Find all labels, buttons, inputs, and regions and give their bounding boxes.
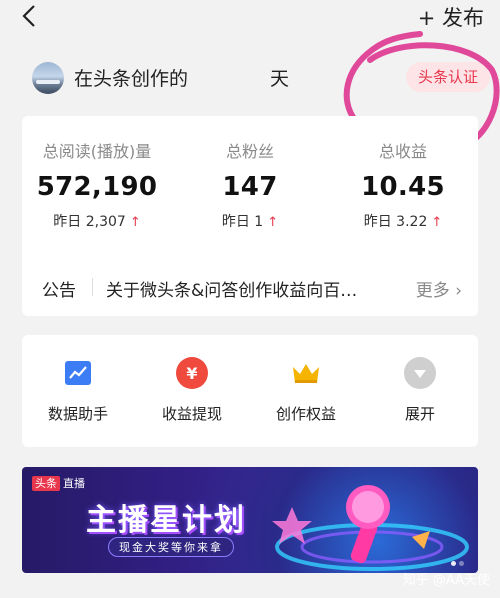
carousel-dot [459,561,464,566]
up-arrow-icon: ↑ [129,215,141,230]
tool-label: 数据助手 [47,405,108,423]
stat-label: 总粉丝 [225,142,274,161]
banner-tag: 头条 直播 [32,475,85,491]
stat-yesterday-text: 昨日 1 [221,214,264,230]
stat-label: 总收益 [378,142,427,161]
redacted-name-blur [196,62,266,92]
back-button[interactable] [14,0,44,34]
tool-data-assistant[interactable]: 数据助手 [28,357,128,424]
microphone-illustration [272,485,469,571]
stat-yesterday: 昨日 3.22 ↑ [328,211,478,231]
yen-icon: ¥ [176,357,208,389]
stat-reads[interactable]: 总阅读(播放)量 572,190 昨日 2,307 ↑ [22,116,172,231]
stat-value: 10.45 [361,172,445,202]
announcement-label: 公告 [42,281,76,301]
tool-label: 创作权益 [275,405,336,423]
chevron-left-icon [22,5,35,27]
username-tail: 天 [270,68,290,90]
stat-value: 572,190 [36,172,158,202]
svg-text:¥: ¥ [186,364,197,383]
watermark: 知乎 @AA天使 [402,573,490,588]
tool-creator-rights[interactable]: 创作权益 [256,357,356,424]
tools-card: 数据助手 ¥ 收益提现 创作权益 展开 [22,335,478,447]
chart-icon [62,357,94,389]
verification-badge[interactable]: 头条认证 [406,62,490,92]
stat-yesterday: 昨日 2,307 ↑ [22,211,172,231]
more-label: 更多 [415,281,450,301]
publish-button[interactable]: + 发布 [418,2,484,32]
stats-card: 总阅读(播放)量 572,190 昨日 2,307 ↑ 总粉丝 147 昨日 1 ↑… [22,116,478,316]
tool-label: 收益提现 [161,405,222,423]
stat-value: 147 [222,172,278,202]
avatar[interactable] [32,62,64,94]
carousel-dot [451,561,456,566]
live-banner[interactable]: 头条 直播 主播星计划 现金大奖等你来拿 [22,467,478,573]
divider [92,278,93,296]
stat-label: 总阅读(播放)量 [42,142,152,161]
carousel-dots[interactable] [448,551,464,570]
more-link[interactable]: 更多 › [416,276,462,301]
banner-title: 主播星计划 [86,503,246,538]
tool-expand[interactable]: 展开 [370,357,470,424]
stat-yesterday-text: 昨日 2,307 [53,214,126,230]
expand-icon [404,357,436,389]
stat-followers[interactable]: 总粉丝 147 昨日 1 ↑ [175,116,325,231]
tool-withdraw[interactable]: ¥ 收益提现 [142,357,242,424]
live-tag: 直播 [63,477,85,490]
brand-tag: 头条 [32,476,60,491]
chevron-right-icon: › [449,281,462,301]
tool-label: 展开 [404,405,435,423]
up-arrow-icon: ↑ [431,215,443,230]
up-arrow-icon: ↑ [267,215,279,230]
announcement-text[interactable]: 关于微头条&问答创作收益向百… [106,276,357,301]
top-bar: + 发布 [0,0,500,40]
stat-yesterday-text: 昨日 3.22 [363,214,428,230]
banner-subtitle: 现金大奖等你来拿 [108,537,234,557]
announcement-row[interactable]: 公告 关于微头条&问答创作收益向百… 更多 › [42,272,462,302]
stat-yesterday: 昨日 1 ↑ [175,211,325,231]
crown-icon [290,357,322,389]
stat-earnings[interactable]: 总收益 10.45 昨日 3.22 ↑ [328,116,478,231]
username: 在头条创作的 [74,68,189,90]
